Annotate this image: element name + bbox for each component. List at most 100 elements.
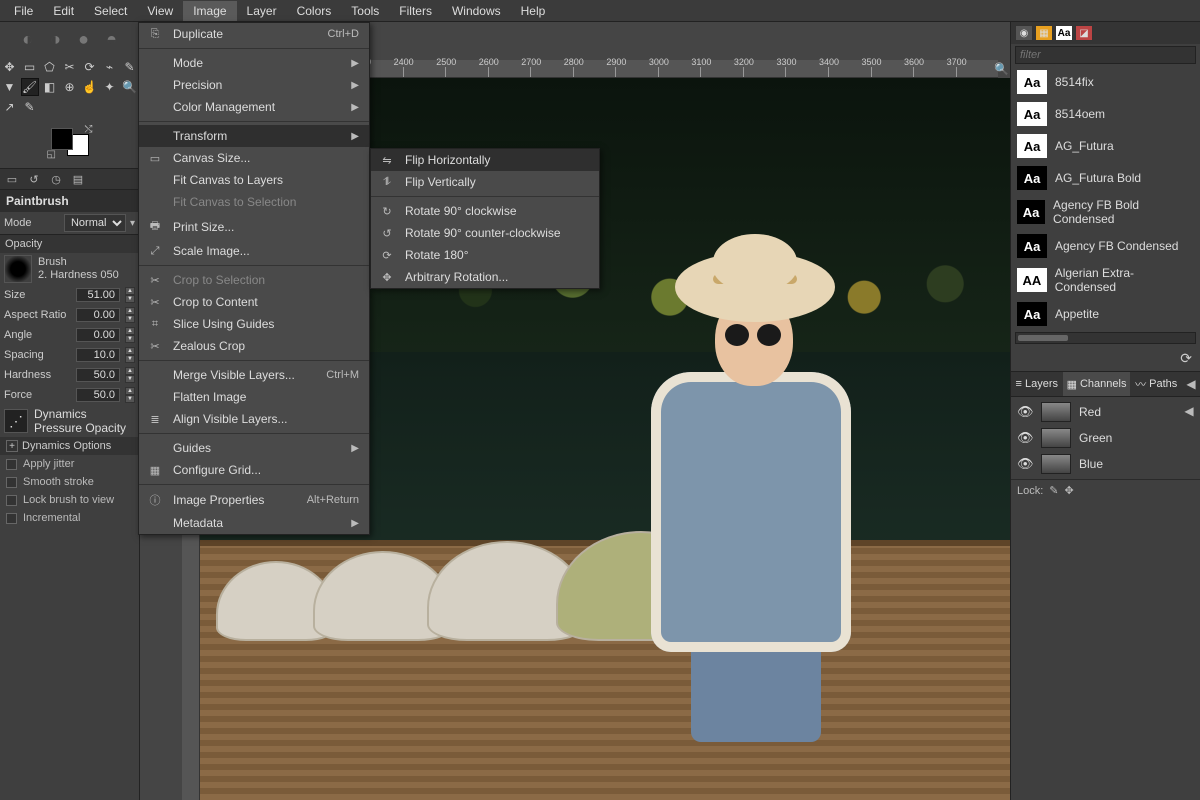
swap-colors-icon[interactable]: ⤭: [85, 124, 93, 135]
menu-item-configure-grid[interactable]: ▦Configure Grid...: [139, 459, 369, 481]
mode-select[interactable]: Normal: [64, 214, 126, 232]
font-item[interactable]: AaAppetite: [1011, 298, 1200, 330]
menu-item-canvas-size[interactable]: ▭Canvas Size...: [139, 147, 369, 169]
visibility-eye-icon[interactable]: 👁: [1017, 456, 1033, 472]
font-item[interactable]: AAAlgerian Extra-Condensed: [1011, 262, 1200, 298]
menu-layer[interactable]: Layer: [237, 1, 287, 21]
channel-blue[interactable]: 👁Blue: [1011, 451, 1200, 477]
font-item[interactable]: AaAG_Futura: [1011, 130, 1200, 162]
menu-item-rotate-90-counter-clockwise[interactable]: ↺Rotate 90° counter-clockwise: [371, 222, 599, 244]
tool-options-tab-icon[interactable]: ▭: [4, 171, 20, 187]
menu-select[interactable]: Select: [84, 1, 137, 21]
menu-item-flip-horizontally[interactable]: ⇋Flip Horizontally: [371, 149, 599, 171]
visibility-eye-icon[interactable]: 👁: [1017, 404, 1033, 420]
tab-paths[interactable]: 〰Paths: [1130, 372, 1182, 396]
history-tab-icon[interactable]: ◪: [1075, 25, 1093, 41]
device-status-tab-icon[interactable]: ↺: [26, 171, 42, 187]
menu-item-mode[interactable]: Mode▶: [139, 52, 369, 74]
font-item[interactable]: AaAgency FB Bold Condensed: [1011, 194, 1200, 230]
dynamics-options-expander[interactable]: + Dynamics Options: [0, 437, 139, 455]
spin-up-icon[interactable]: ▲: [125, 347, 135, 355]
menu-item-duplicate[interactable]: ⎘DuplicateCtrl+D: [139, 23, 369, 45]
zoom-tool-icon[interactable]: 🔍: [121, 78, 139, 96]
rotate-tool-icon[interactable]: ⟳: [81, 58, 99, 76]
menu-item-zealous-crop[interactable]: ✂Zealous Crop: [139, 335, 369, 357]
eraser-tool-icon[interactable]: ◧: [41, 78, 59, 96]
reset-colors-icon[interactable]: ◱: [47, 149, 56, 160]
checkbox-apply-jitter[interactable]: Apply jitter: [0, 455, 139, 473]
menu-item-transform[interactable]: Transform▶: [139, 125, 369, 147]
fg-color-swatch[interactable]: [51, 128, 73, 150]
menu-item-metadata[interactable]: Metadata▶: [139, 512, 369, 534]
navigation-icon[interactable]: 🔍: [994, 62, 1008, 76]
tab-channels[interactable]: ▦Channels: [1063, 372, 1131, 396]
slider-value[interactable]: 50.0: [76, 388, 120, 402]
menu-item-crop-to-content[interactable]: ✂Crop to Content: [139, 291, 369, 313]
slider-value[interactable]: 10.0: [76, 348, 120, 362]
warp-tool-icon[interactable]: ⌁: [101, 58, 119, 76]
menu-help[interactable]: Help: [511, 1, 556, 21]
menu-item-fit-canvas-to-layers[interactable]: Fit Canvas to Layers: [139, 169, 369, 191]
images-tab-icon[interactable]: ▤: [70, 171, 86, 187]
fg-bg-color-widget[interactable]: ⤭ ◱: [47, 124, 93, 160]
move-tool-icon[interactable]: ✥: [1, 58, 19, 76]
menu-file[interactable]: File: [4, 1, 43, 21]
menu-view[interactable]: View: [137, 1, 183, 21]
spin-down-icon[interactable]: ▼: [125, 355, 135, 363]
font-filter-input[interactable]: [1015, 46, 1196, 64]
undo-history-tab-icon[interactable]: ◷: [48, 171, 64, 187]
menu-item-color-management[interactable]: Color Management▶: [139, 96, 369, 118]
menu-item-merge-visible-layers[interactable]: Merge Visible Layers...Ctrl+M: [139, 364, 369, 386]
menu-item-rotate-180[interactable]: ⟳Rotate 180°: [371, 244, 599, 266]
tab-layers[interactable]: ≡Layers: [1011, 372, 1063, 396]
smudge-tool-icon[interactable]: ☝: [81, 78, 99, 96]
menu-item-precision[interactable]: Precision▶: [139, 74, 369, 96]
menu-item-scale-image[interactable]: ⤢Scale Image...: [139, 240, 369, 262]
menu-colors[interactable]: Colors: [287, 1, 342, 21]
path-tool-icon[interactable]: ✦: [101, 78, 119, 96]
spin-up-icon[interactable]: ▲: [125, 367, 135, 375]
spin-up-icon[interactable]: ▲: [125, 387, 135, 395]
refresh-icon[interactable]: ⟳: [1180, 350, 1192, 366]
panel-config-icon[interactable]: ◀: [1180, 404, 1198, 418]
slider-value[interactable]: 0.00: [76, 328, 120, 342]
checkbox-lock-brush-to-view[interactable]: Lock brush to view: [0, 491, 139, 509]
spin-down-icon[interactable]: ▼: [125, 295, 135, 303]
menu-filters[interactable]: Filters: [389, 1, 442, 21]
spin-up-icon[interactable]: ▲: [125, 307, 135, 315]
dynamics-row[interactable]: ⋰ Dynamics Pressure Opacity: [0, 405, 139, 437]
clone-tool-icon[interactable]: ⊕: [61, 78, 79, 96]
font-item[interactable]: Aa8514fix: [1011, 66, 1200, 98]
color-picker-tool-icon[interactable]: ✎: [21, 98, 39, 116]
menu-edit[interactable]: Edit: [43, 1, 84, 21]
menu-windows[interactable]: Windows: [442, 1, 511, 21]
brushes-tab-icon[interactable]: ◉: [1015, 25, 1033, 41]
spin-down-icon[interactable]: ▼: [125, 335, 135, 343]
font-item[interactable]: AaAG_Futura Bold: [1011, 162, 1200, 194]
lock-pixels-icon[interactable]: ✎: [1049, 484, 1058, 497]
menu-item-flip-vertically[interactable]: ⥮Flip Vertically: [371, 171, 599, 193]
patterns-tab-icon[interactable]: ▦: [1035, 25, 1053, 41]
lock-position-icon[interactable]: ✥: [1065, 484, 1074, 497]
menu-item-flatten-image[interactable]: Flatten Image: [139, 386, 369, 408]
menu-item-image-properties[interactable]: ⓘImage PropertiesAlt+Return: [139, 488, 369, 512]
spin-down-icon[interactable]: ▼: [125, 375, 135, 383]
font-item[interactable]: AaAgency FB Condensed: [1011, 230, 1200, 262]
spin-down-icon[interactable]: ▼: [125, 395, 135, 403]
spin-up-icon[interactable]: ▲: [125, 287, 135, 295]
crop-tool-icon[interactable]: ✂: [61, 58, 79, 76]
channel-green[interactable]: 👁Green: [1011, 425, 1200, 451]
checkbox-smooth-stroke[interactable]: Smooth stroke: [0, 473, 139, 491]
free-select-tool-icon[interactable]: ⬠: [41, 58, 59, 76]
checkbox-incremental[interactable]: Incremental: [0, 509, 139, 527]
channel-red[interactable]: 👁Red: [1011, 399, 1200, 425]
menu-item-rotate-90-clockwise[interactable]: ↻Rotate 90° clockwise: [371, 200, 599, 222]
slider-value[interactable]: 0.00: [76, 308, 120, 322]
paintbrush-tool-icon[interactable]: 🖌: [21, 78, 39, 96]
visibility-eye-icon[interactable]: 👁: [1017, 430, 1033, 446]
brush-selector[interactable]: Brush 2. Hardness 050: [0, 253, 139, 285]
menu-item-align-visible-layers[interactable]: ≣Align Visible Layers...: [139, 408, 369, 430]
text-tool-icon[interactable]: ✎: [121, 58, 139, 76]
menu-item-guides[interactable]: Guides▶: [139, 437, 369, 459]
menu-item-arbitrary-rotation[interactable]: ✥Arbitrary Rotation...: [371, 266, 599, 288]
